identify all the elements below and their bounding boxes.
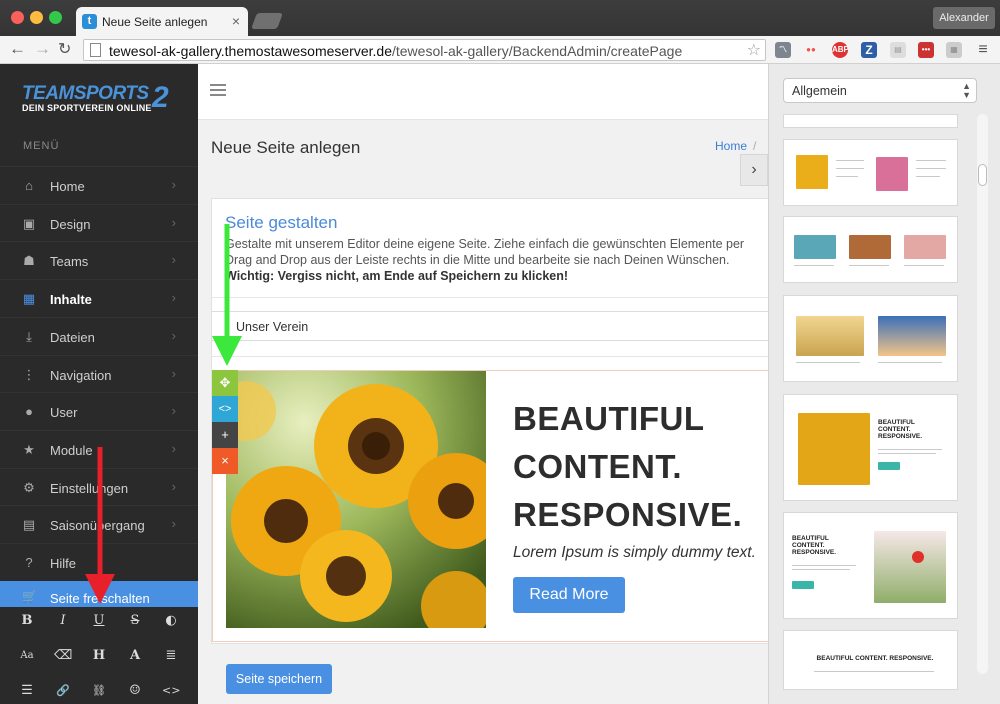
- green-arrow-head: [212, 336, 242, 366]
- annotation-arrows: [85, 224, 242, 604]
- browser-window: t Neue Seite anlegen × Alexander ← → ↻ t…: [0, 0, 1000, 704]
- red-arrow-head: [85, 574, 115, 604]
